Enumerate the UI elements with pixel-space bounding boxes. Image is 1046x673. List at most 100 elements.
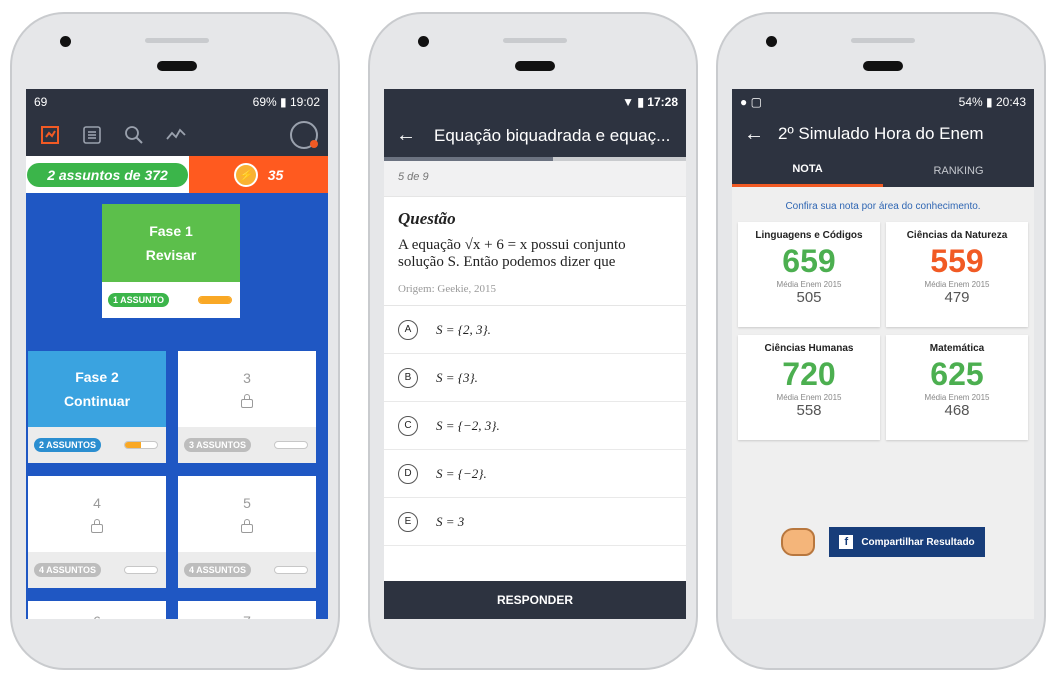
subjects-progress-pill: 2 assuntos de 372 bbox=[27, 162, 188, 187]
page-title: Equação biquadrada e equaç... bbox=[434, 125, 671, 145]
question-heading: Questão bbox=[398, 209, 456, 228]
question-counter: 5 de 9 bbox=[384, 161, 686, 197]
question-text-line-1: A equação √x + 6 = x possui conjunto bbox=[398, 237, 626, 253]
earpiece bbox=[157, 61, 197, 71]
phase-number: 5 bbox=[243, 495, 251, 511]
mean-label: Média Enem 2015 bbox=[924, 280, 990, 289]
phase-progress-bar bbox=[274, 441, 308, 449]
app-toolbar bbox=[26, 114, 328, 156]
answer-option-d[interactable]: D S = {−2}. bbox=[384, 450, 686, 498]
search-icon[interactable] bbox=[120, 121, 148, 149]
mean-label: Média Enem 2015 bbox=[924, 393, 990, 402]
battery-level: 69% bbox=[252, 94, 277, 109]
facebook-icon: f bbox=[839, 535, 854, 549]
mean-label: Média Enem 2015 bbox=[776, 393, 842, 402]
page-title: 2º Simulado Hora do Enem bbox=[778, 124, 984, 143]
score-card: Ciências Humanas 720 Média Enem 2015 558 bbox=[738, 335, 880, 440]
lock-icon bbox=[91, 519, 103, 533]
score-value: 659 bbox=[782, 243, 836, 279]
subjects-progress: 2 assuntos de 372 bbox=[26, 156, 189, 193]
camera bbox=[766, 36, 777, 47]
mean-value: 558 bbox=[796, 402, 822, 419]
speaker bbox=[851, 38, 915, 43]
subject-count-tag: 4 ASSUNTOS bbox=[34, 563, 102, 577]
screen-question: ▼ ▮ 17:28 ← Equação biquadrada e equaç..… bbox=[384, 89, 686, 619]
score-card: Ciências da Natureza 559 Média Enem 2015… bbox=[886, 222, 1028, 327]
score-value: 559 bbox=[930, 243, 984, 279]
status-bar: ● ▢ 54% ▮ 20:43 bbox=[732, 89, 1034, 114]
app-toolbar: ← Equação biquadrada e equaç... bbox=[384, 114, 686, 157]
phase-card-3[interactable]: 3 3 ASSUNTOS bbox=[178, 351, 316, 463]
phase-action: Continuar bbox=[63, 393, 131, 409]
score-card: Linguagens e Códigos 659 Média Enem 2015… bbox=[738, 222, 880, 327]
score-card: Matemática 625 Média Enem 2015 468 bbox=[886, 335, 1028, 440]
earpiece bbox=[863, 61, 903, 71]
status-right: 69% ▮ 19:02 bbox=[252, 94, 320, 109]
energy-counter[interactable]: ⚡ 35 bbox=[189, 156, 328, 193]
phase-card-4[interactable]: 4 4 ASSUNTOS bbox=[28, 476, 166, 588]
phase-number: 4 bbox=[93, 495, 101, 511]
area-name: Ciências da Natureza bbox=[906, 230, 1008, 241]
answer-option-b[interactable]: B S = {3}. bbox=[384, 354, 686, 402]
status-right: 54% ▮ 20:43 bbox=[958, 94, 1026, 109]
tab-ranking[interactable]: RANKING bbox=[883, 154, 1034, 187]
camera bbox=[60, 36, 71, 47]
phase-card-1[interactable]: Fase 1 Revisar 1 ASSUNTO bbox=[102, 204, 240, 318]
answer-option-a[interactable]: A S = {2, 3}. bbox=[384, 306, 686, 354]
back-arrow-icon[interactable]: ← bbox=[396, 124, 416, 147]
speaker bbox=[145, 38, 209, 43]
score-value: 625 bbox=[930, 356, 984, 392]
mean-value: 468 bbox=[944, 402, 970, 419]
phase-card-footer: 2 ASSUNTOS bbox=[28, 427, 166, 463]
question-text-line-2: solução S. Então podemos dizer que bbox=[398, 254, 616, 270]
phase-card-5[interactable]: 5 4 ASSUNTOS bbox=[178, 476, 316, 588]
fist-bump-icon bbox=[781, 528, 816, 556]
submit-answer-button[interactable]: RESPONDER bbox=[384, 581, 686, 619]
phase-card-6[interactable]: 6 bbox=[28, 601, 166, 619]
phase-number: 7 bbox=[243, 613, 251, 619]
stats-icon[interactable] bbox=[162, 121, 190, 149]
phase-card-footer: 4 ASSUNTOS bbox=[178, 552, 316, 588]
phase-card-2-header: Fase 2 Continuar bbox=[28, 351, 166, 427]
phase-progress-bar bbox=[274, 566, 308, 574]
phone-frame-1: 69 69% ▮ 19:02 2 assuntos de 372 ⚡ 35 Fa… bbox=[10, 12, 340, 670]
share-result-label: Compartilhar Resultado bbox=[861, 536, 975, 548]
option-letter: D bbox=[398, 463, 418, 484]
question-origin: Origem: Geekie, 2015 bbox=[398, 283, 497, 295]
screen-results: ● ▢ 54% ▮ 20:43 ← 2º Simulado Hora do En… bbox=[732, 89, 1034, 619]
phase-progress-fill bbox=[199, 297, 231, 303]
battery-level: 54% bbox=[958, 94, 983, 109]
option-text: S = {−2, 3}. bbox=[436, 417, 500, 433]
tab-nota[interactable]: NOTA bbox=[732, 154, 883, 187]
phase-card-7[interactable]: 7 bbox=[178, 601, 316, 619]
book-icon[interactable] bbox=[36, 121, 64, 149]
phase-card-3-header: 3 bbox=[178, 351, 316, 427]
profile-avatar-icon[interactable] bbox=[290, 121, 318, 149]
share-result-button[interactable]: f Compartilhar Resultado bbox=[829, 527, 985, 557]
earpiece bbox=[515, 61, 555, 71]
clock: 20:43 bbox=[995, 94, 1026, 109]
phase-card-footer: 3 ASSUNTOS bbox=[178, 427, 316, 463]
answer-option-e[interactable]: E S = 3 bbox=[384, 498, 686, 546]
share-row: f Compartilhar Resultado bbox=[732, 527, 1034, 557]
phase-card-1-header: Fase 1 Revisar bbox=[102, 204, 240, 282]
notification-dot bbox=[310, 140, 318, 148]
location-icon: ● ▢ bbox=[740, 94, 762, 109]
phone-frame-2: ▼ ▮ 17:28 ← Equação biquadrada e equaç..… bbox=[368, 12, 698, 670]
phase-card-2[interactable]: Fase 2 Continuar 2 ASSUNTOS bbox=[28, 351, 166, 463]
answer-option-c[interactable]: C S = {−2, 3}. bbox=[384, 402, 686, 450]
phone-frame-3: ● ▢ 54% ▮ 20:43 ← 2º Simulado Hora do En… bbox=[716, 12, 1046, 670]
subject-count-tag: 3 ASSUNTOS bbox=[184, 438, 252, 452]
list-icon[interactable] bbox=[78, 121, 106, 149]
app-toolbar: ← 2º Simulado Hora do Enem bbox=[732, 114, 1034, 154]
speaker bbox=[503, 38, 567, 43]
subject-count-tag: 2 ASSUNTOS bbox=[34, 438, 102, 452]
phase-card-5-header: 5 bbox=[178, 476, 316, 552]
subject-count-tag: 1 ASSUNTO bbox=[108, 293, 170, 307]
lightning-icon: ⚡ bbox=[233, 162, 258, 187]
option-letter: A bbox=[398, 319, 418, 340]
phase-progress-bar bbox=[124, 566, 158, 574]
option-letter: C bbox=[398, 415, 418, 436]
back-arrow-icon[interactable]: ← bbox=[744, 123, 764, 146]
clock: 19:02 bbox=[289, 94, 320, 109]
